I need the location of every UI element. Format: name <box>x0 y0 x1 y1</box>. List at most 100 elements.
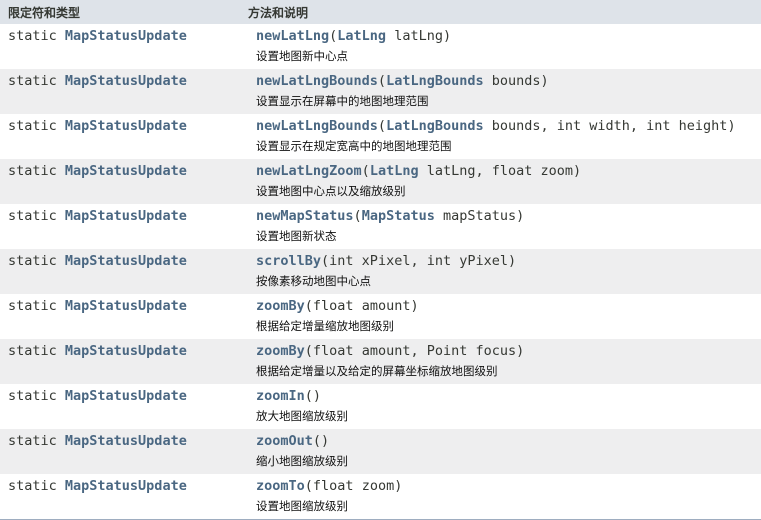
type-cell: static MapStatusUpdate <box>0 24 256 69</box>
method-cell: newMapStatus(MapStatus mapStatus) 设置地图新状… <box>256 204 761 249</box>
method-signature: zoomOut() <box>256 433 761 449</box>
method-params: float zoom) <box>312 478 403 494</box>
method-cell: newLatLngBounds(LatLngBounds bounds, int… <box>256 114 761 159</box>
method-name-link[interactable]: zoomBy <box>256 343 305 359</box>
open-paren: ( <box>377 73 387 89</box>
open-paren: ( <box>377 118 387 134</box>
method-description: 设置显示在规定宽高中的地图地理范围 <box>256 139 452 153</box>
method-cell: zoomOut() 缩小地图缩放级别 <box>256 429 761 474</box>
table-row: static MapStatusUpdate newLatLngBounds(L… <box>0 114 761 159</box>
type-cell: static MapStatusUpdate <box>0 204 256 249</box>
type-cell: static MapStatusUpdate <box>0 69 256 114</box>
method-params: ) <box>321 433 330 449</box>
open-paren: ( <box>304 388 313 404</box>
method-signature: scrollBy(int xPixel, int yPixel) <box>256 253 761 269</box>
type-cell: static MapStatusUpdate <box>0 339 256 384</box>
param-type-link[interactable]: LatLngBounds <box>386 118 484 134</box>
method-description: 设置地图新状态 <box>256 229 337 243</box>
method-cell: zoomIn() 放大地图缩放级别 <box>256 384 761 429</box>
param-type-link[interactable]: LatLngBounds <box>386 73 484 89</box>
return-type-link[interactable]: MapStatusUpdate <box>65 73 187 89</box>
method-cell: newLatLngBounds(LatLngBounds bounds) 设置显… <box>256 69 761 114</box>
modifier-text: static <box>8 118 65 134</box>
modifier-text: static <box>8 478 65 494</box>
method-cell: scrollBy(int xPixel, int yPixel) 按像素移动地图… <box>256 249 761 294</box>
method-signature: newMapStatus(MapStatus mapStatus) <box>256 208 761 224</box>
table-row: static MapStatusUpdate zoomIn() 放大地图缩放级别 <box>0 384 761 429</box>
open-paren: ( <box>361 163 370 179</box>
modifier-text: static <box>8 388 65 404</box>
column-header-method: 方法和说明 <box>248 5 309 20</box>
return-type-link[interactable]: MapStatusUpdate <box>65 298 187 314</box>
method-params: mapStatus) <box>434 208 525 224</box>
type-cell: static MapStatusUpdate <box>0 114 256 159</box>
method-signature: newLatLngBounds(LatLngBounds bounds, int… <box>256 118 761 134</box>
type-cell: static MapStatusUpdate <box>0 384 256 429</box>
column-header-type: 限定符和类型 <box>8 5 81 20</box>
method-params: bounds) <box>483 73 549 89</box>
method-params: float amount, Point focus) <box>312 343 525 359</box>
method-name-link[interactable]: newMapStatus <box>256 208 354 224</box>
table-row: static MapStatusUpdate newLatLng(LatLng … <box>0 24 761 69</box>
return-type-link[interactable]: MapStatusUpdate <box>65 388 187 404</box>
param-type-link[interactable]: MapStatus <box>362 208 435 224</box>
method-name-link[interactable]: newLatLngBounds <box>256 73 378 89</box>
table-row: static MapStatusUpdate zoomBy(float amou… <box>0 339 761 384</box>
method-name-link[interactable]: newLatLngBounds <box>256 118 378 134</box>
method-name-link[interactable]: zoomOut <box>256 433 313 449</box>
open-paren: ( <box>304 478 313 494</box>
method-name-link[interactable]: zoomIn <box>256 388 305 404</box>
method-signature: zoomBy(float amount) <box>256 298 761 314</box>
method-name-link[interactable]: zoomTo <box>256 478 305 494</box>
param-type-link[interactable]: LatLng <box>337 28 386 44</box>
method-cell: zoomBy(float amount, Point focus) 根据给定增量… <box>256 339 761 384</box>
method-name-link[interactable]: newLatLngZoom <box>256 163 362 179</box>
return-type-link[interactable]: MapStatusUpdate <box>65 163 187 179</box>
modifier-text: static <box>8 343 65 359</box>
modifier-text: static <box>8 28 65 44</box>
method-params: bounds, int width, int height) <box>483 118 736 134</box>
method-params: latLng) <box>386 28 452 44</box>
method-signature: zoomTo(float zoom) <box>256 478 761 494</box>
method-name-link[interactable]: newLatLng <box>256 28 329 44</box>
method-description: 设置地图缩放级别 <box>256 499 348 513</box>
return-type-link[interactable]: MapStatusUpdate <box>65 478 187 494</box>
type-cell: static MapStatusUpdate <box>0 159 256 204</box>
open-paren: ( <box>321 253 330 269</box>
type-cell: static MapStatusUpdate <box>0 249 256 294</box>
open-paren: ( <box>304 343 313 359</box>
method-name-link[interactable]: scrollBy <box>256 253 321 269</box>
method-description: 设置地图新中心点 <box>256 49 348 63</box>
modifier-text: static <box>8 73 65 89</box>
method-params: int xPixel, int yPixel) <box>329 253 517 269</box>
method-cell: zoomBy(float amount) 根据给定增量缩放地图级别 <box>256 294 761 339</box>
return-type-link[interactable]: MapStatusUpdate <box>65 253 187 269</box>
method-description: 根据给定增量以及给定的屏幕坐标缩放地图级别 <box>256 364 498 378</box>
method-description: 根据给定增量缩放地图级别 <box>256 319 394 333</box>
method-cell: zoomTo(float zoom) 设置地图缩放级别 <box>256 474 761 519</box>
method-description: 设置显示在屏幕中的地图地理范围 <box>256 94 429 108</box>
return-type-link[interactable]: MapStatusUpdate <box>65 118 187 134</box>
table-row: static MapStatusUpdate zoomOut() 缩小地图缩放级… <box>0 429 761 474</box>
open-paren: ( <box>304 298 313 314</box>
return-type-link[interactable]: MapStatusUpdate <box>65 208 187 224</box>
table-row: static MapStatusUpdate newMapStatus(MapS… <box>0 204 761 249</box>
method-signature: zoomBy(float amount, Point focus) <box>256 343 761 359</box>
method-name-link[interactable]: zoomBy <box>256 298 305 314</box>
return-type-link[interactable]: MapStatusUpdate <box>65 433 187 449</box>
return-type-link[interactable]: MapStatusUpdate <box>65 28 187 44</box>
modifier-text: static <box>8 208 65 224</box>
modifier-text: static <box>8 253 65 269</box>
method-signature: newLatLngBounds(LatLngBounds bounds) <box>256 73 761 89</box>
return-type-link[interactable]: MapStatusUpdate <box>65 343 187 359</box>
table-row: static MapStatusUpdate newLatLngBounds(L… <box>0 69 761 114</box>
method-signature: newLatLngZoom(LatLng latLng, float zoom) <box>256 163 761 179</box>
param-type-link[interactable]: LatLng <box>370 163 419 179</box>
table-row: static MapStatusUpdate zoomBy(float amou… <box>0 294 761 339</box>
method-params: float amount) <box>312 298 419 314</box>
type-cell: static MapStatusUpdate <box>0 429 256 474</box>
table-row: static MapStatusUpdate newLatLngZoom(Lat… <box>0 159 761 204</box>
table-row: static MapStatusUpdate scrollBy(int xPix… <box>0 249 761 294</box>
method-params: ) <box>312 388 322 404</box>
open-paren: ( <box>353 208 362 224</box>
